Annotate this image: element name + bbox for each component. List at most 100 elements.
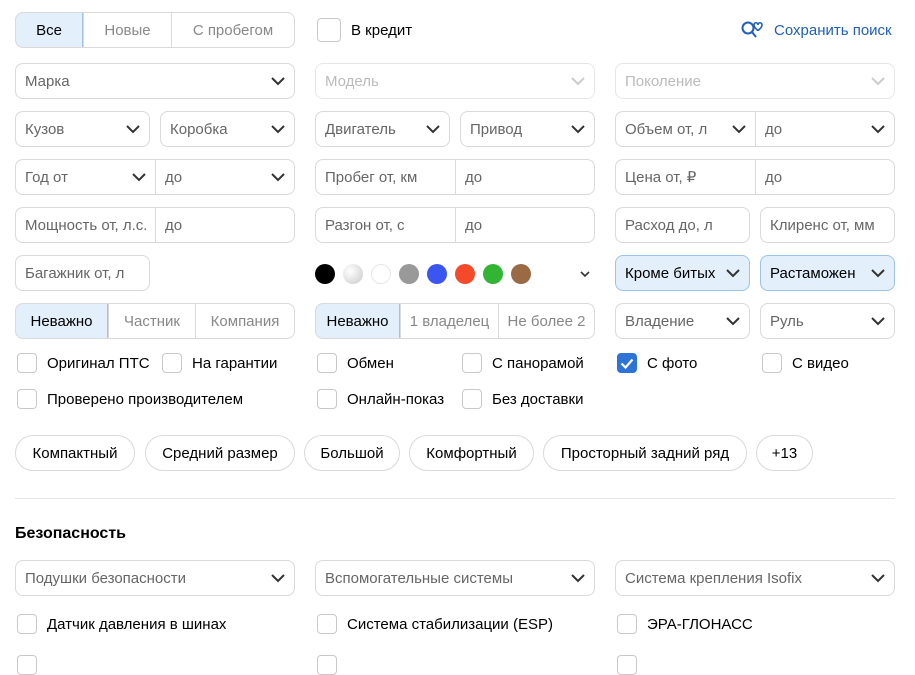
mileage-to-input[interactable]: до [455, 160, 594, 194]
body-placeholder: Кузов [25, 120, 65, 138]
checkmark-icon [620, 358, 634, 369]
video-checkbox[interactable]: С видео [762, 353, 849, 373]
consumption-input[interactable]: Расход до, л [615, 207, 750, 243]
era-glonass-label: ЭРА-ГЛОНАСС [647, 615, 753, 633]
esp-checkbox[interactable]: Система стабилизации (ESP) [317, 614, 553, 634]
chevron-down-icon [571, 573, 585, 583]
tpms-checkbox[interactable]: Датчик давления в шинах [17, 614, 226, 634]
checkbox-box[interactable] [317, 655, 337, 675]
tpms-label: Датчик давления в шинах [47, 615, 227, 633]
price-from-input[interactable]: Цена от, ₽ [616, 160, 755, 194]
gearbox-select[interactable]: Коробка [160, 111, 295, 147]
isofix-select[interactable]: Система крепления Isofix [615, 560, 895, 596]
checkbox-box[interactable] [17, 389, 37, 409]
drive-select[interactable]: Привод [460, 111, 595, 147]
year-from-select[interactable]: Год от [16, 160, 155, 194]
credit-checkbox[interactable]: В кредит [317, 18, 412, 42]
assist-systems-select[interactable]: Вспомогательные системы [315, 560, 595, 596]
volume-to-select[interactable]: до [755, 112, 894, 146]
checkbox-box[interactable] [762, 353, 782, 373]
engine-select[interactable]: Двигатель [315, 111, 450, 147]
online-show-label: Онлайн-показ [347, 390, 445, 408]
chip-large[interactable]: Большой [304, 435, 400, 471]
checkbox-box[interactable] [317, 614, 337, 634]
checkbox-box[interactable] [317, 389, 337, 409]
tab-seller-company[interactable]: Компания [195, 304, 294, 338]
checkbox-box[interactable] [17, 614, 37, 634]
clearance-input[interactable]: Клиренс от, мм [760, 207, 895, 243]
color-silver-swatch[interactable] [343, 264, 363, 284]
color-green-swatch[interactable] [483, 264, 503, 284]
checkbox-box[interactable] [317, 353, 337, 373]
checkbox-box[interactable] [17, 353, 37, 373]
color-red-swatch[interactable] [455, 264, 475, 284]
chip-spacious-rear[interactable]: Просторный задний ряд [543, 435, 747, 471]
acceleration-from-input[interactable]: Разгон от, с [316, 208, 455, 242]
warranty-label: На гарантии [192, 354, 278, 372]
chip-compact[interactable]: Компактный [15, 435, 135, 471]
checkbox-box[interactable] [317, 18, 341, 42]
chevron-down-icon [871, 316, 885, 326]
manufacturer-checked-label: Проверено производителем [47, 390, 244, 408]
chip-more[interactable]: +13 [756, 435, 813, 471]
generation-select[interactable]: Поколение [615, 63, 895, 99]
power-range: Мощность от, л.с. до [15, 207, 295, 243]
manufacturer-checked-checkbox[interactable]: Проверено производителем [17, 389, 243, 409]
volume-to-placeholder: до [765, 120, 783, 138]
model-select[interactable]: Модель [315, 63, 595, 99]
checkbox-box[interactable] [162, 353, 182, 373]
original-pts-checkbox[interactable]: Оригинал ПТС [17, 353, 150, 373]
customs-value: Растаможен [770, 264, 856, 282]
mileage-from-input[interactable]: Пробег от, км [316, 160, 455, 194]
color-blue-swatch[interactable] [427, 264, 447, 284]
checkbox-box[interactable] [617, 655, 637, 675]
divider [15, 498, 895, 499]
body-select[interactable]: Кузов [15, 111, 150, 147]
chip-medium[interactable]: Средний размер [145, 435, 295, 471]
chip-comfort[interactable]: Комфортный [409, 435, 534, 471]
power-to-input[interactable]: до [155, 208, 294, 242]
tab-all[interactable]: Все [16, 13, 83, 47]
wheel-select[interactable]: Руль [760, 303, 895, 339]
tab-used[interactable]: С пробегом [171, 13, 294, 47]
checkbox-box[interactable] [462, 353, 482, 373]
original-pts-label: Оригинал ПТС [47, 354, 150, 372]
airbags-select[interactable]: Подушки безопасности [15, 560, 295, 596]
exchange-checkbox[interactable]: Обмен [317, 353, 394, 373]
ownership-placeholder: Владение [625, 312, 695, 330]
color-black-swatch[interactable] [315, 264, 335, 284]
brand-select[interactable]: Марка [15, 63, 295, 99]
year-to-select[interactable]: до [155, 160, 294, 194]
tab-seller-any[interactable]: Неважно [16, 304, 108, 338]
save-search-link[interactable]: Сохранить поиск [740, 18, 892, 42]
price-to-input[interactable]: до [755, 160, 894, 194]
acceleration-to-input[interactable]: до [455, 208, 594, 242]
online-show-checkbox[interactable]: Онлайн-показ [317, 389, 444, 409]
checkbox-box[interactable] [617, 614, 637, 634]
no-delivery-checkbox[interactable]: Без доставки [462, 389, 583, 409]
tab-owners-any[interactable]: Неважно [316, 304, 400, 338]
ownership-select[interactable]: Владение [615, 303, 750, 339]
photo-checkbox[interactable]: С фото [617, 353, 697, 373]
tab-owners-one[interactable]: 1 владелец [400, 304, 498, 338]
customs-select[interactable]: Растаможен [760, 255, 895, 291]
chevron-down-icon [871, 268, 885, 278]
checkbox-box[interactable] [462, 389, 482, 409]
volume-from-select[interactable]: Объем от, л [616, 112, 755, 146]
color-brown-swatch[interactable] [511, 264, 531, 284]
warranty-checkbox[interactable]: На гарантии [162, 353, 277, 373]
color-gray-swatch[interactable] [399, 264, 419, 284]
damage-select[interactable]: Кроме битых [615, 255, 750, 291]
more-colors-button[interactable] [575, 264, 595, 284]
checkbox-box[interactable] [617, 353, 637, 373]
power-from-input[interactable]: Мощность от, л.с. [16, 208, 155, 242]
color-white-swatch[interactable] [371, 264, 391, 284]
era-glonass-checkbox[interactable]: ЭРА-ГЛОНАСС [617, 614, 753, 634]
tab-new[interactable]: Новые [83, 13, 171, 47]
airbags-placeholder: Подушки безопасности [25, 569, 187, 587]
tab-seller-private[interactable]: Частник [108, 304, 195, 338]
checkbox-box[interactable] [17, 655, 37, 675]
trunk-input[interactable]: Багажник от, л [15, 255, 150, 291]
panorama-checkbox[interactable]: С панорамой [462, 353, 584, 373]
tab-owners-two[interactable]: Не более 2 [498, 304, 594, 338]
